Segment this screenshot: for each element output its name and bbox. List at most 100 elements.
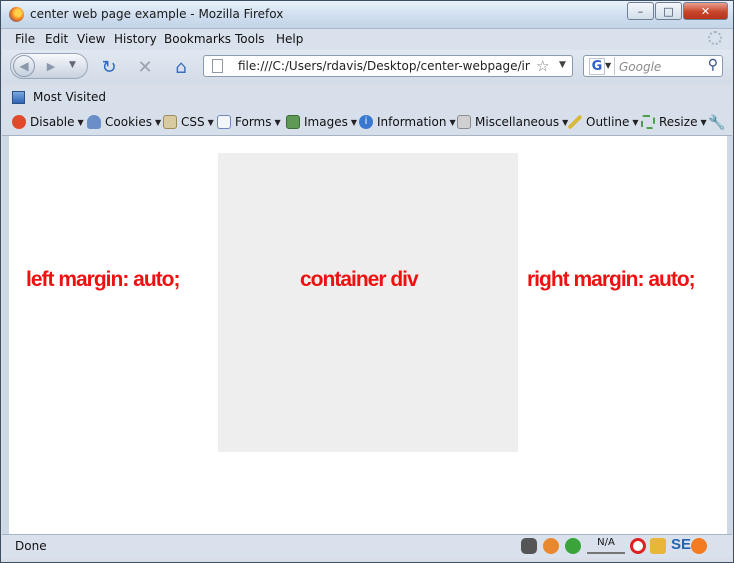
devbar-resize-label: Resize — [659, 115, 698, 129]
bookmarks-toolbar: Most Visited — [2, 87, 732, 109]
throbber-icon — [708, 31, 722, 45]
forward-button[interactable]: ▶ — [41, 57, 61, 75]
most-visited-bookmark[interactable]: Most Visited — [33, 90, 106, 104]
devbar-disable-label: Disable — [30, 115, 75, 129]
chevron-down-icon: ▼ — [632, 117, 639, 127]
devbar-miscellaneous-label: Miscellaneous — [475, 115, 560, 129]
seo-icon[interactable]: SE — [671, 536, 691, 553]
container-div-label: container div — [300, 268, 419, 291]
information-icon: i — [359, 115, 373, 129]
miscellaneous-icon — [457, 115, 471, 129]
devbar-forms[interactable]: Forms ▼ — [217, 115, 281, 129]
url-bar[interactable]: file:///C:/Users/rdavis/Desktop/center-w… — [203, 55, 573, 77]
firefox-small-icon[interactable] — [691, 538, 707, 554]
devbar-cookies[interactable]: Cookies ▼ — [87, 115, 161, 129]
devbar-outline-label: Outline — [586, 115, 630, 129]
minimize-button[interactable]: – — [627, 2, 654, 20]
chevron-down-icon: ▼ — [605, 61, 612, 70]
devbar-images-label: Images — [304, 115, 348, 129]
status-text: Done — [15, 539, 47, 553]
chevron-down-icon: ▼ — [350, 117, 357, 127]
menu-edit[interactable]: Edit — [45, 32, 68, 46]
bookmark-star-icon[interactable]: ☆ — [536, 57, 549, 75]
status-bar: Done N/A SE — [2, 534, 732, 558]
devbar-cookies-label: Cookies — [105, 115, 152, 129]
left-margin-label: left margin: auto; — [26, 268, 180, 291]
forms-icon — [217, 115, 231, 129]
firebug-icon[interactable] — [543, 538, 559, 554]
menu-tools[interactable]: Tools — [235, 32, 265, 46]
devbar-css[interactable]: CSS ▼ — [163, 115, 214, 129]
forward-arrow-icon: ▶ — [46, 59, 56, 73]
devbar-tools[interactable]: 🔧 — [708, 115, 725, 131]
devbar-information-label: Information — [377, 115, 447, 129]
url-text[interactable]: file:///C:/Users/rdavis/Desktop/center-w… — [238, 59, 530, 73]
cookies-icon — [87, 115, 101, 129]
bug-icon[interactable] — [521, 538, 537, 554]
search-input[interactable]: Google — [619, 60, 661, 74]
devbar-miscellaneous[interactable]: Miscellaneous ▼ — [457, 115, 568, 129]
window-controls: – □ ✕ — [626, 2, 728, 20]
back-forward-group: ◀ ▶ ▼ — [10, 53, 88, 79]
devbar-information[interactable]: i Information ▼ — [359, 115, 456, 129]
web-developer-toolbar: Disable ▼ Cookies ▼ CSS ▼ Forms ▼ Images ▼ i … — [2, 111, 732, 136]
reload-icon: ↻ — [101, 56, 117, 78]
navigation-toolbar: ◀ ▶ ▼ ↻ ✕ ⌂ file:///C:/Users/rdavis/Desk… — [2, 50, 732, 84]
chevron-down-icon: ▼ — [154, 117, 162, 127]
page-icon — [212, 59, 223, 73]
menu-bookmarks[interactable]: Bookmarks — [164, 32, 231, 46]
menu-file[interactable]: File — [15, 32, 35, 46]
menu-history[interactable]: History — [114, 32, 157, 46]
devbar-forms-label: Forms — [235, 115, 272, 129]
minimize-icon: – — [637, 4, 644, 18]
chevron-down-icon: ▼ — [77, 117, 84, 127]
seo-label: SE — [671, 536, 692, 553]
search-magnifier-icon[interactable]: ⚲ — [708, 57, 718, 73]
chevron-down-icon: ▼ — [274, 117, 281, 127]
no-script-icon[interactable] — [630, 538, 646, 554]
search-engine-button[interactable]: G ▼ — [586, 57, 615, 75]
maximize-icon: □ — [663, 4, 674, 18]
outline-icon — [568, 115, 582, 129]
check-icon[interactable] — [565, 538, 581, 554]
page-content: left margin: auto; container div right m… — [9, 136, 727, 534]
devbar-disable[interactable]: Disable ▼ — [12, 115, 84, 129]
title-bar: center web page example - Mozilla Firefo… — [1, 1, 733, 29]
wrench-icon: 🔧 — [708, 115, 726, 131]
chevron-down-icon: ▼ — [449, 117, 456, 127]
maximize-button[interactable]: □ — [655, 2, 682, 20]
rank-meter[interactable]: N/A — [587, 537, 625, 554]
devbar-outline[interactable]: Outline ▼ — [568, 115, 639, 129]
home-button[interactable]: ⌂ — [170, 56, 192, 78]
css-icon — [163, 115, 177, 129]
devbar-resize[interactable]: Resize ▼ — [641, 115, 707, 129]
close-icon: ✕ — [700, 4, 711, 18]
devbar-css-label: CSS — [181, 115, 205, 129]
shield-icon[interactable] — [650, 538, 666, 554]
chevron-down-icon: ▼ — [700, 117, 707, 127]
back-arrow-icon: ◀ — [19, 59, 29, 73]
right-frame — [727, 136, 733, 534]
back-button[interactable]: ◀ — [13, 55, 35, 77]
close-button[interactable]: ✕ — [683, 2, 728, 20]
chevron-down-icon: ▼ — [207, 117, 214, 127]
browser-window: center web page example - Mozilla Firefo… — [0, 0, 734, 563]
most-visited-icon — [12, 91, 25, 104]
firefox-icon — [9, 7, 24, 22]
chevron-down-icon: ▼ — [69, 60, 76, 70]
history-dropdown-button[interactable]: ▼ — [69, 60, 79, 72]
left-frame — [2, 136, 9, 534]
menu-bar: File Edit View History Bookmarks Tools H… — [2, 29, 732, 50]
window-title: center web page example - Mozilla Firefo… — [30, 7, 284, 21]
search-box[interactable]: G ▼ Google ⚲ — [583, 55, 723, 77]
devbar-images[interactable]: Images ▼ — [286, 115, 357, 129]
url-dropdown-icon[interactable]: ▼ — [559, 60, 566, 70]
reload-button[interactable]: ↻ — [98, 56, 120, 78]
container-div — [218, 153, 518, 452]
images-icon — [286, 115, 300, 129]
stop-button[interactable]: ✕ — [134, 56, 156, 78]
menu-view[interactable]: View — [77, 32, 105, 46]
stop-icon: ✕ — [137, 56, 153, 78]
right-margin-label: right margin: auto; — [527, 268, 696, 291]
menu-help[interactable]: Help — [276, 32, 303, 46]
